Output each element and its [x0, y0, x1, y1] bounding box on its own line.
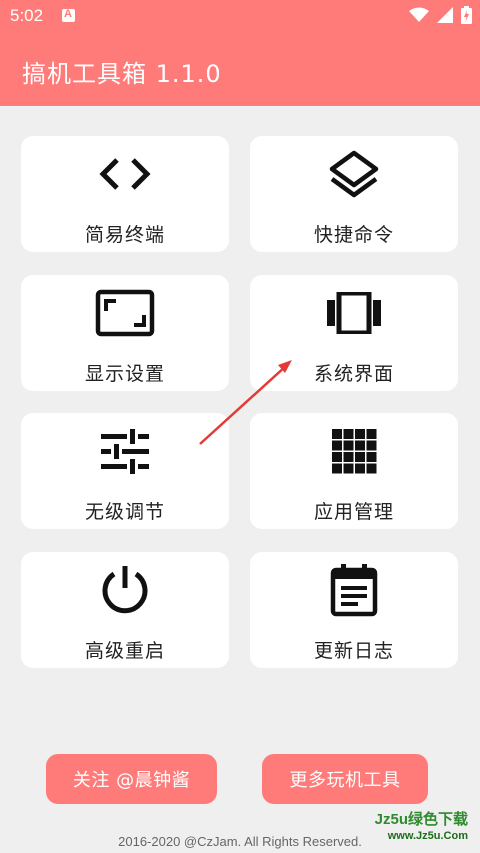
watermark-main: Jz5u绿色下载 — [374, 811, 468, 828]
tile-display-settings[interactable]: 显示设置 — [21, 275, 229, 391]
wifi-icon — [409, 7, 429, 22]
tile-quick-commands[interactable]: 快捷命令 — [250, 136, 458, 252]
layers-icon — [250, 150, 458, 198]
tune-icon — [21, 427, 229, 475]
tile-label: 高级重启 — [84, 640, 165, 662]
follow-button[interactable]: 关注 @晨钟酱 — [46, 754, 217, 804]
tile-label: 应用管理 — [313, 501, 394, 523]
tile-changelog[interactable]: 更新日志 — [250, 552, 458, 668]
event-note-icon — [250, 564, 458, 617]
aspect-ratio-icon — [21, 289, 229, 337]
tile-label: 简易终端 — [84, 224, 165, 246]
battery-charging-icon — [461, 6, 472, 24]
app-bar: 搞机工具箱 1.1.0 — [0, 34, 480, 106]
tile-label: 显示设置 — [84, 363, 165, 385]
tile-stepless-adjust[interactable]: 无级调节 — [21, 413, 229, 529]
tile-simple-terminal[interactable]: 简易终端 — [21, 136, 229, 252]
cell-signal-icon — [437, 7, 453, 23]
more-tools-button[interactable]: 更多玩机工具 — [262, 754, 428, 804]
code-icon — [21, 150, 229, 198]
tile-label: 快捷命令 — [313, 224, 394, 246]
apps-grid-icon — [250, 427, 458, 475]
tile-label: 系统界面 — [313, 363, 394, 385]
notification-a-icon — [62, 8, 75, 22]
tile-label: 更新日志 — [313, 640, 394, 662]
watermark: Jz5u绿色下载 www.Jz5u.Com — [375, 812, 468, 844]
status-time: 5:02 — [10, 6, 44, 25]
view-carousel-icon — [250, 289, 458, 337]
tile-system-ui[interactable]: 系统界面 — [250, 275, 458, 391]
app-title: 搞机工具箱 1.1.0 — [22, 60, 222, 88]
tile-label: 无级调节 — [84, 501, 165, 523]
tile-advanced-reboot[interactable]: 高级重启 — [21, 552, 229, 668]
tile-app-management[interactable]: 应用管理 — [250, 413, 458, 529]
watermark-sub: www.Jz5u.Com — [387, 830, 468, 842]
power-icon — [21, 566, 229, 614]
status-bar: 5:02 — [0, 0, 480, 34]
system-icons — [409, 6, 472, 24]
